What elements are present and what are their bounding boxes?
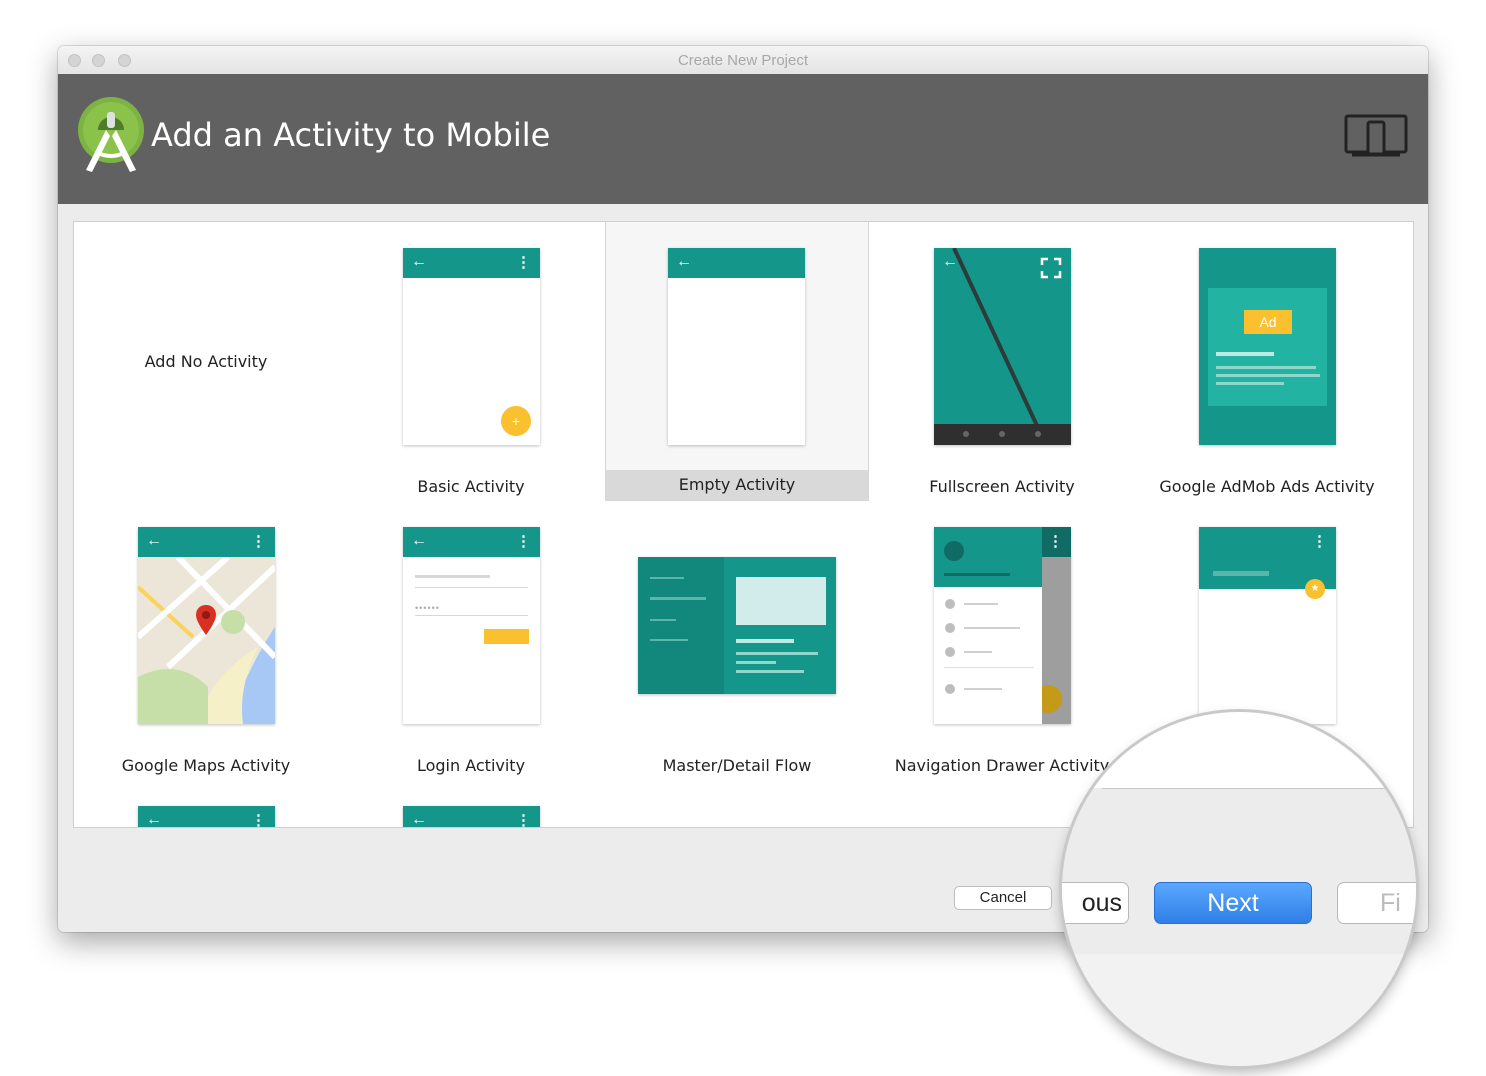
fullscreen-icon (1040, 257, 1062, 279)
page-title: Add an Activity to Mobile (151, 116, 551, 154)
next-button[interactable]: Next (1154, 882, 1312, 924)
back-arrow-icon: ← (146, 532, 162, 549)
nav-drawer-preview: ⋮ (934, 527, 1071, 724)
previous-button[interactable]: ous (1062, 882, 1129, 924)
back-arrow-icon: ← (146, 811, 162, 828)
master-detail-preview (638, 557, 836, 694)
activity-tile-login[interactable]: ← ⋮ •••••• Login Activity (339, 501, 603, 779)
ad-badge: Ad (1244, 310, 1292, 334)
activity-tile-basic[interactable]: ← ⋮ + Basic Activity (339, 222, 603, 500)
cancel-button[interactable]: Cancel (954, 886, 1052, 910)
fullscreen-activity-preview: ← (934, 248, 1071, 445)
back-arrow-icon: ← (411, 811, 427, 828)
overflow-menu-icon: ⋮ (516, 812, 531, 828)
map-pin-icon (196, 605, 216, 635)
fab-icon: ★ (1305, 579, 1325, 599)
activity-label: Google AdMob Ads Activity (1159, 477, 1375, 496)
overflow-menu-icon: ⋮ (516, 254, 531, 271)
overflow-menu-icon: ⋮ (251, 812, 266, 828)
ad-card: Ad (1208, 288, 1327, 406)
activity-label: Fullscreen Activity (929, 477, 1075, 496)
overflow-menu-icon: ⋮ (251, 533, 266, 550)
android-studio-logo-icon (78, 97, 144, 172)
basic-activity-preview: ← ⋮ + (403, 248, 540, 445)
back-arrow-icon: ← (676, 253, 692, 270)
back-arrow-icon: ← (942, 253, 958, 270)
login-button-preview (484, 629, 529, 644)
finish-button[interactable]: Fi (1337, 882, 1416, 924)
titlebar: Create New Project (58, 46, 1428, 74)
activity-label: Master/Detail Flow (662, 756, 812, 775)
activity-label: Login Activity (416, 756, 526, 775)
partial-activity-preview: ← ⋮ (403, 806, 540, 828)
activity-label: Basic Activity (417, 477, 525, 496)
overflow-menu-icon: ⋮ (1312, 533, 1327, 550)
wizard-header: Add an Activity to Mobile (58, 74, 1428, 204)
activity-tile-google-maps[interactable]: ← ⋮ Google Maps Activity (74, 501, 338, 779)
back-arrow-icon: ← (411, 532, 427, 549)
activity-label: Google Maps Activity (121, 756, 291, 775)
activity-tile-fullscreen[interactable]: ← Fullscreen Activity (870, 222, 1134, 500)
previous-button-label: ous (1081, 889, 1122, 917)
finish-button-label: Fi (1380, 889, 1401, 917)
scrolling-activity-preview: ⋮ ★ (1199, 527, 1336, 724)
activity-label: Add No Activity (144, 352, 268, 371)
window-title: Create New Project (677, 52, 809, 69)
activity-tile-admob[interactable]: Ad Google AdMob Ads Activity (1135, 222, 1399, 500)
empty-activity-preview: ← (668, 248, 805, 445)
maps-activity-preview: ← ⋮ (138, 527, 275, 724)
overflow-menu-icon: ⋮ (516, 533, 531, 550)
fab-icon: + (501, 406, 531, 436)
admob-activity-preview: Ad (1199, 248, 1336, 445)
device-form-factor-icon[interactable] (1344, 114, 1408, 158)
activity-tile-empty[interactable]: ← Empty Activity (605, 222, 869, 501)
login-activity-preview: ← ⋮ •••••• (403, 527, 540, 724)
zoom-magnifier: ous Next Fi (1062, 712, 1416, 1066)
overflow-menu-icon: ⋮ (1048, 533, 1063, 550)
partial-activity-preview: ← ⋮ (138, 806, 275, 828)
activity-tile-master-detail[interactable]: Master/Detail Flow (605, 501, 869, 779)
back-arrow-icon: ← (411, 253, 427, 270)
activity-label: Empty Activity (606, 470, 868, 500)
drawer-panel (934, 527, 1042, 724)
activity-tile-add-no-activity[interactable]: Add No Activity (74, 222, 338, 500)
